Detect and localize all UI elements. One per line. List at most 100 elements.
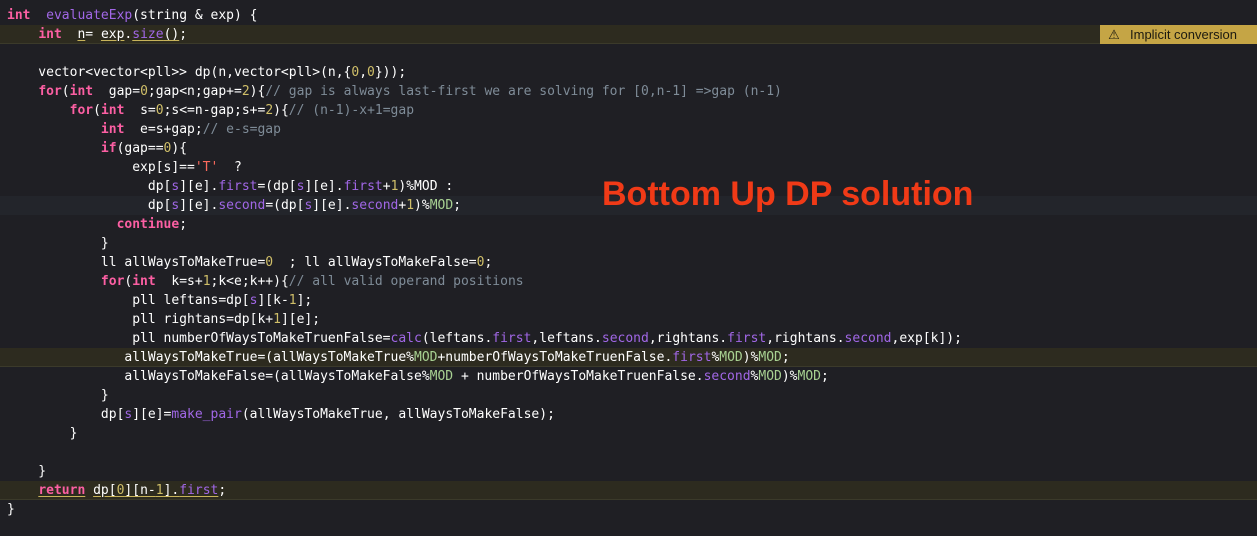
code-line[interactable]: } bbox=[0, 462, 1257, 481]
code-token: pll rightans=dp[k+ bbox=[7, 312, 274, 327]
code-token: + bbox=[382, 179, 391, 194]
code-token: ]; bbox=[296, 293, 313, 308]
code-token: continue bbox=[116, 217, 180, 232]
code-line[interactable] bbox=[0, 44, 1257, 63]
code-token: vector<vector<pll>> dp(n,vector<pll>(n,{ bbox=[7, 65, 352, 80]
code-token: 2 bbox=[265, 103, 274, 118]
code-token: size bbox=[132, 27, 164, 42]
code-token: second bbox=[703, 369, 751, 384]
code-token: (gap== bbox=[116, 141, 164, 156]
code-token: second bbox=[351, 198, 399, 213]
code-line[interactable]: dp[s][e]=make_pair(allWaysToMakeTrue, al… bbox=[0, 405, 1257, 424]
code-token: int bbox=[100, 103, 125, 118]
code-token: ][k- bbox=[257, 293, 289, 308]
code-token: MOD bbox=[797, 369, 821, 384]
code-token: ]. bbox=[163, 483, 180, 498]
code-token: ; ll allWaysToMakeFalse= bbox=[273, 255, 477, 270]
code-token: ){ bbox=[273, 103, 289, 118]
code-token: second bbox=[218, 198, 266, 213]
code-line[interactable]: allWaysToMakeTrue=(allWaysToMakeTrue%MOD… bbox=[0, 348, 1257, 367]
code-token: ( bbox=[93, 103, 101, 118]
code-editor[interactable]: int evaluateExp(string & exp) { int n= e… bbox=[0, 0, 1257, 536]
code-token: second bbox=[601, 331, 649, 346]
code-line[interactable]: int n= exp.size(); bbox=[0, 25, 1257, 44]
code-token: int bbox=[100, 122, 125, 137]
code-token: =(dp[ bbox=[257, 179, 297, 194]
code-token: , bbox=[359, 65, 368, 80]
code-line[interactable]: for(int s=0;s<=n-gap;s+=2){// (n-1)-x+1=… bbox=[0, 101, 1257, 120]
code-token: int bbox=[132, 274, 156, 289]
code-token: ; bbox=[484, 255, 493, 270]
code-token: exp[s]== bbox=[7, 160, 195, 175]
code-token: () bbox=[163, 27, 180, 42]
code-token: ; bbox=[821, 369, 829, 384]
code-token: ; bbox=[179, 27, 188, 42]
code-line[interactable]: for(int gap=0;gap<n;gap+=2){// gap is al… bbox=[0, 82, 1257, 101]
code-token: 0 bbox=[155, 103, 164, 118]
code-token: for bbox=[69, 103, 94, 118]
code-token: k=s+ bbox=[155, 274, 203, 289]
code-token: first bbox=[179, 483, 219, 498]
code-token: s= bbox=[124, 103, 156, 118]
code-line[interactable]: pll numberOfWaysToMakeTruenFalse=calc(le… bbox=[0, 329, 1257, 348]
code-line[interactable]: int e=s+gap;// e-s=gap bbox=[0, 120, 1257, 139]
code-token: return bbox=[38, 483, 86, 498]
code-line[interactable]: return dp[0][n-1].first; bbox=[0, 481, 1257, 500]
code-token: 2 bbox=[241, 84, 250, 99]
code-line[interactable]: for(int k=s+1;k<e;k++){// all valid oper… bbox=[0, 272, 1257, 291]
code-line[interactable]: if(gap==0){ bbox=[0, 139, 1257, 158]
code-token: second bbox=[844, 331, 892, 346]
code-token: ][e]= bbox=[132, 407, 172, 422]
code-token: + numberOfWaysToMakeTruenFalse. bbox=[453, 369, 704, 384]
code-token: pll numberOfWaysToMakeTruenFalse= bbox=[7, 331, 391, 346]
code-line[interactable]: } bbox=[0, 234, 1257, 253]
code-token: first bbox=[218, 179, 258, 194]
code-line[interactable]: allWaysToMakeFalse=(allWaysToMakeFalse% M… bbox=[0, 367, 1257, 386]
code-token: } bbox=[7, 236, 109, 251]
code-token: ,rightans. bbox=[648, 331, 728, 346]
code-token: ; bbox=[218, 483, 227, 498]
code-token: exp bbox=[100, 27, 125, 42]
code-token: ( bbox=[61, 84, 70, 99]
code-token: dp[ bbox=[7, 407, 125, 422]
code-token: int bbox=[38, 27, 62, 42]
code-line[interactable]: pll leftans=dp[s][k-1]; bbox=[0, 291, 1257, 310]
code-token: first bbox=[672, 350, 712, 365]
code-token: 1 bbox=[202, 274, 211, 289]
code-line[interactable]: } bbox=[0, 386, 1257, 405]
code-token: dp[ bbox=[7, 198, 172, 213]
code-token: allWaysToMakeFalse=(allWaysToMakeFalse% bbox=[7, 369, 430, 384]
code-line[interactable]: int evaluateExp(string & exp) { bbox=[0, 6, 1257, 25]
code-token: dp[ bbox=[93, 483, 117, 498]
code-token: ][e]. bbox=[179, 179, 219, 194]
code-line[interactable]: pll rightans=dp[k+1][e]; bbox=[0, 310, 1257, 329]
code-line[interactable]: continue; bbox=[0, 215, 1257, 234]
code-token: // gap is always last-first we are solvi… bbox=[265, 84, 782, 99]
code-line[interactable]: vector<vector<pll>> dp(n,vector<pll>(n,{… bbox=[0, 63, 1257, 82]
code-token: int bbox=[7, 8, 31, 23]
code-token: 0 bbox=[367, 65, 375, 80]
code-token: 1 bbox=[288, 293, 297, 308]
code-token: n- bbox=[140, 483, 156, 498]
code-token: MOD bbox=[719, 350, 743, 365]
code-token: ][e]. bbox=[179, 198, 219, 213]
code-token: )% bbox=[781, 369, 798, 384]
code-line[interactable]: ll allWaysToMakeTrue=0 ; ll allWaysToMak… bbox=[0, 253, 1257, 272]
code-line[interactable] bbox=[0, 443, 1257, 462]
code-line[interactable]: } bbox=[0, 424, 1257, 443]
implicit-conversion-warning[interactable]: ⚠ Implicit conversion bbox=[1100, 25, 1257, 44]
code-token: 0 bbox=[265, 255, 274, 270]
code-token: )% bbox=[414, 198, 430, 213]
code-token: // e-s=gap bbox=[202, 122, 281, 137]
code-token: MOD bbox=[758, 350, 782, 365]
code-token: MOD bbox=[429, 198, 454, 213]
code-line[interactable]: } bbox=[0, 500, 1257, 519]
